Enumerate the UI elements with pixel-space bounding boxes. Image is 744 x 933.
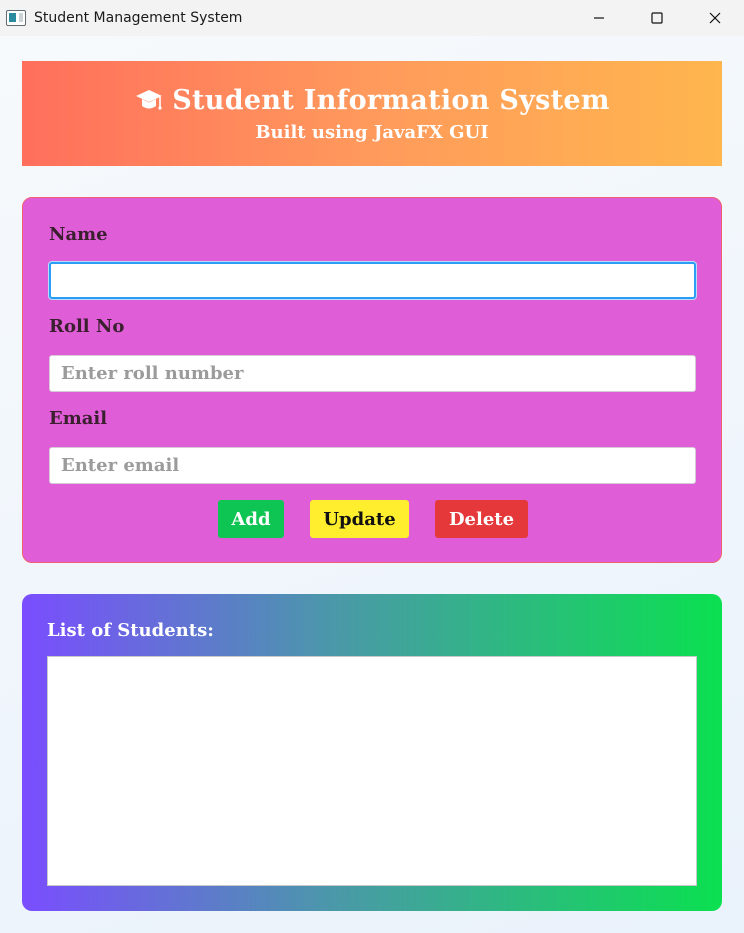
- close-icon: [709, 12, 721, 24]
- minimize-button[interactable]: [570, 0, 628, 36]
- email-label: Email: [49, 408, 108, 429]
- roll-label: Roll No: [49, 316, 125, 337]
- student-list[interactable]: [47, 656, 697, 886]
- page-title: Student Information System: [172, 84, 610, 116]
- app-icon: [6, 10, 26, 26]
- add-button[interactable]: Add: [218, 500, 284, 538]
- window-controls: [570, 0, 744, 36]
- minimize-icon: [594, 17, 604, 19]
- student-form: Name Roll No Email Add Update Delete: [22, 197, 722, 563]
- close-button[interactable]: [686, 0, 744, 36]
- maximize-icon: [651, 12, 663, 24]
- title-bar: Student Management System: [0, 0, 744, 36]
- maximize-button[interactable]: [628, 0, 686, 36]
- header-banner: Student Information System Built using J…: [22, 61, 722, 166]
- header-title-row: Student Information System: [134, 85, 610, 116]
- roll-input[interactable]: [49, 355, 696, 392]
- window-title: Student Management System: [34, 10, 243, 26]
- student-list-label: List of Students:: [47, 620, 214, 641]
- page-subtitle: Built using JavaFX GUI: [255, 121, 489, 143]
- delete-button[interactable]: Delete: [435, 500, 528, 538]
- update-button[interactable]: Update: [310, 500, 409, 538]
- email-input[interactable]: [49, 447, 696, 484]
- name-input[interactable]: [49, 262, 696, 299]
- name-label: Name: [49, 224, 108, 245]
- student-list-card: List of Students:: [22, 594, 722, 911]
- graduation-cap-icon: [136, 90, 163, 110]
